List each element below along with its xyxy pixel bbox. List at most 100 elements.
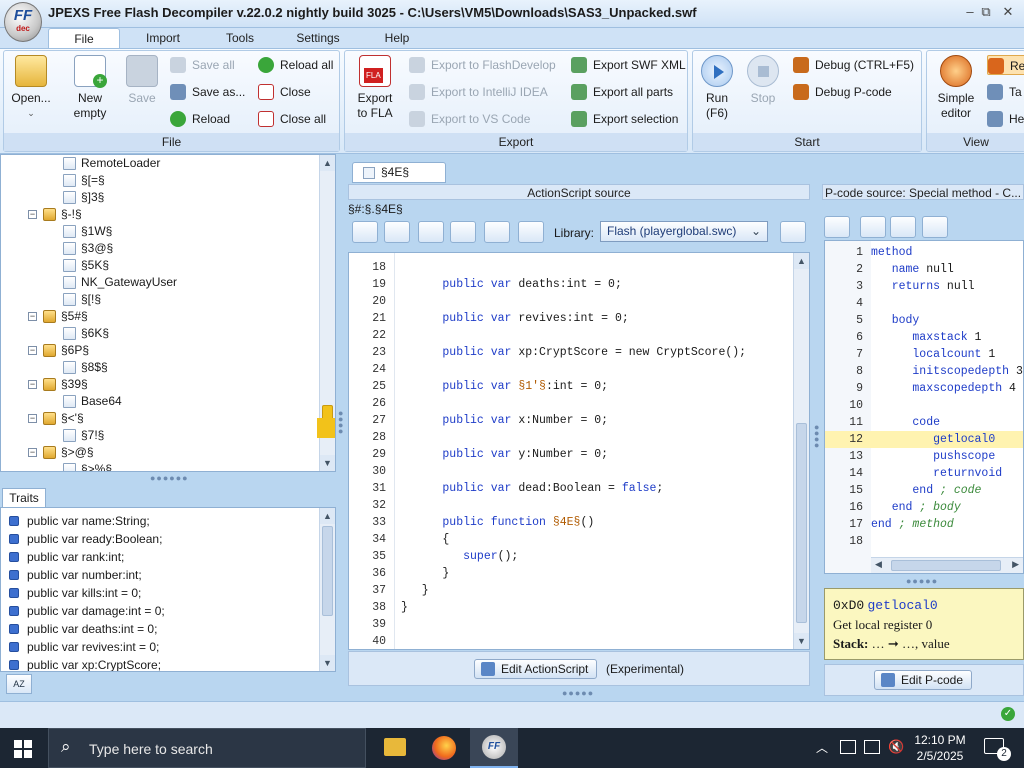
restore-button[interactable]: ⧉ [976, 4, 996, 20]
traits-scrollbar[interactable]: ▲ ▼ [319, 508, 335, 671]
taskbar-search[interactable]: ⌕ Type here to search [48, 728, 366, 768]
close-button[interactable]: Close [258, 82, 311, 102]
save-as-button[interactable]: Save as... [170, 82, 245, 102]
code-editor[interactable]: 18 19 20 21 22 23 24 25 26 27 28 29 30 31 32 33 34 35 36 37… [348, 252, 810, 650]
scroll-up-icon[interactable]: ▲ [794, 253, 809, 269]
traits-list[interactable]: public var name:String; public var ready:… [0, 507, 336, 672]
toolbar-export-icon[interactable] [418, 221, 444, 243]
tree-class[interactable]: §3@§ [63, 240, 113, 257]
splitter-grip[interactable]: ●●●●●● [150, 473, 189, 483]
new-empty-button[interactable]: + New empty [64, 55, 116, 121]
speaker-muted-icon[interactable]: 🔇 [888, 739, 904, 755]
stop-button[interactable]: Stop [743, 55, 783, 106]
tree-package[interactable]: §5#§ [43, 308, 88, 325]
splitter-grip-vertical[interactable]: ● ● ● ● [814, 423, 820, 450]
scroll-down-icon[interactable]: ▼ [320, 455, 335, 471]
tab-import[interactable]: Import [128, 28, 198, 48]
ffdec-taskbar-button[interactable]: FF [470, 728, 518, 768]
simple-editor-button[interactable]: Simple editor [931, 55, 981, 121]
code-scrollbar[interactable]: ▲ ▼ [793, 253, 809, 649]
tab-help[interactable]: Help [364, 28, 430, 48]
reload-button[interactable]: Reload [170, 109, 230, 129]
toolbar-find-icon[interactable] [352, 221, 378, 243]
debug-button[interactable]: Debug (CTRL+F5) [793, 55, 914, 75]
splitter-grip[interactable]: ●●●●● [906, 576, 938, 586]
scroll-thumb[interactable] [322, 526, 333, 616]
tree-class[interactable]: RemoteLoader [63, 155, 160, 172]
chevron-up-icon[interactable]: ︿ [816, 739, 828, 756]
splitter-highlight[interactable] [317, 418, 335, 438]
pcode-toolbar-icon-4[interactable] [922, 216, 948, 238]
toolbar-list-icon[interactable] [518, 221, 544, 243]
scroll-left-icon[interactable]: ◀ [875, 559, 882, 570]
run-button[interactable]: Run (F6) [697, 55, 737, 121]
export-flashdevelop-button[interactable]: Export to FlashDevelop [409, 55, 556, 75]
trait-item[interactable]: public var kills:int = 0; [9, 584, 141, 602]
display-icon[interactable] [864, 740, 880, 754]
tab-settings[interactable]: Settings [284, 28, 352, 48]
trait-item[interactable]: public var deaths:int = 0; [9, 620, 157, 638]
export-swf-xml-button[interactable]: Export SWF XML [571, 55, 686, 75]
tree-class[interactable]: §]3§ [63, 189, 104, 206]
pcode-toolbar-icon-3[interactable] [890, 216, 916, 238]
network-icon[interactable] [840, 740, 856, 754]
debug-pcode-button[interactable]: Debug P-code [793, 82, 892, 102]
tree-toggle[interactable]: − [28, 312, 37, 321]
reload-all-button[interactable]: Reload all [258, 55, 333, 75]
scroll-thumb[interactable] [891, 560, 1001, 571]
trait-item[interactable]: public var rank:int; [9, 548, 124, 566]
export-intellij-button[interactable]: Export to IntelliJ IDEA [409, 82, 548, 102]
save-all-button[interactable]: Save all [170, 55, 235, 75]
close-all-button[interactable]: Close all [258, 109, 326, 129]
trait-item[interactable]: public var ready:Boolean; [9, 530, 162, 548]
swf-tree[interactable]: RemoteLoader §[=§ §]3§ − §-!§ §1W§ §3@§ §5K§ NK_… [0, 154, 336, 472]
tree-class[interactable]: Base64 [63, 393, 122, 410]
toolbar-replace-icon[interactable] [384, 221, 410, 243]
tree-class[interactable]: §8$§ [63, 359, 108, 376]
traits-tab[interactable]: Traits [2, 488, 46, 508]
tree-class[interactable]: §6K§ [63, 325, 109, 342]
edit-actionscript-button[interactable]: Edit ActionScript [474, 659, 598, 679]
scroll-down-icon[interactable]: ▼ [794, 633, 809, 649]
pcode-area[interactable]: method name null returns null body maxst… [871, 241, 1023, 557]
splitter-grip[interactable]: ●●●●● [562, 688, 594, 698]
clock[interactable]: 12:10 PM 2/5/2025 [914, 732, 966, 764]
tree-class[interactable]: §>%§ [63, 461, 112, 471]
scroll-down-icon[interactable]: ▼ [320, 655, 335, 671]
view-option-3[interactable]: He [987, 109, 1024, 129]
tree-class[interactable]: §1W§ [63, 223, 112, 240]
file-explorer-icon[interactable] [384, 738, 406, 756]
close-window-button[interactable]: ✕ [998, 4, 1018, 20]
open-button[interactable]: Open... ⌄ [8, 55, 54, 121]
export-fla-button[interactable]: FLA Export to FLA [349, 55, 401, 121]
tab-file[interactable]: File [48, 28, 120, 49]
export-all-parts-button[interactable]: Export all parts [571, 82, 673, 102]
tree-toggle[interactable]: − [28, 448, 37, 457]
windows-start-icon[interactable] [14, 740, 32, 758]
tree-toggle[interactable]: − [28, 380, 37, 389]
scroll-thumb[interactable] [796, 423, 807, 623]
app-logo-icon[interactable]: FF dec [4, 2, 42, 42]
splitter-grip-vertical[interactable]: ● ● ● ● [338, 409, 344, 436]
code-area[interactable]: public var deaths:int = 0; public var re… [401, 253, 791, 649]
edit-pcode-button[interactable]: Edit P-code [874, 670, 973, 690]
trait-item[interactable]: public var revives:int = 0; [9, 638, 159, 656]
trait-item[interactable]: public var damage:int = 0; [9, 602, 165, 620]
view-option-2[interactable]: Ta [987, 82, 1022, 102]
tree-package[interactable]: §<'§ [43, 410, 84, 427]
trait-item[interactable]: public var name:String; [9, 512, 150, 530]
pcode-hscrollbar[interactable]: ◀ ▶ [871, 557, 1023, 573]
view-option-1[interactable]: Re [987, 55, 1024, 75]
save-button[interactable]: Save [120, 55, 164, 106]
tree-class[interactable]: §[!§ [63, 291, 101, 308]
tree-toggle[interactable]: − [28, 414, 37, 423]
notification-icon[interactable]: 2 [984, 738, 1011, 761]
pcode-toolbar-icon-2[interactable] [860, 216, 886, 238]
scroll-right-icon[interactable]: ▶ [1012, 559, 1019, 570]
editor-tab[interactable]: §4E§ [352, 162, 446, 183]
scroll-up-icon[interactable]: ▲ [320, 155, 335, 171]
tree-class[interactable]: §7!§ [63, 427, 104, 444]
tree-class[interactable]: §[=§ [63, 172, 105, 189]
tree-package[interactable]: §39§ [43, 376, 88, 393]
tab-tools[interactable]: Tools [210, 28, 270, 48]
